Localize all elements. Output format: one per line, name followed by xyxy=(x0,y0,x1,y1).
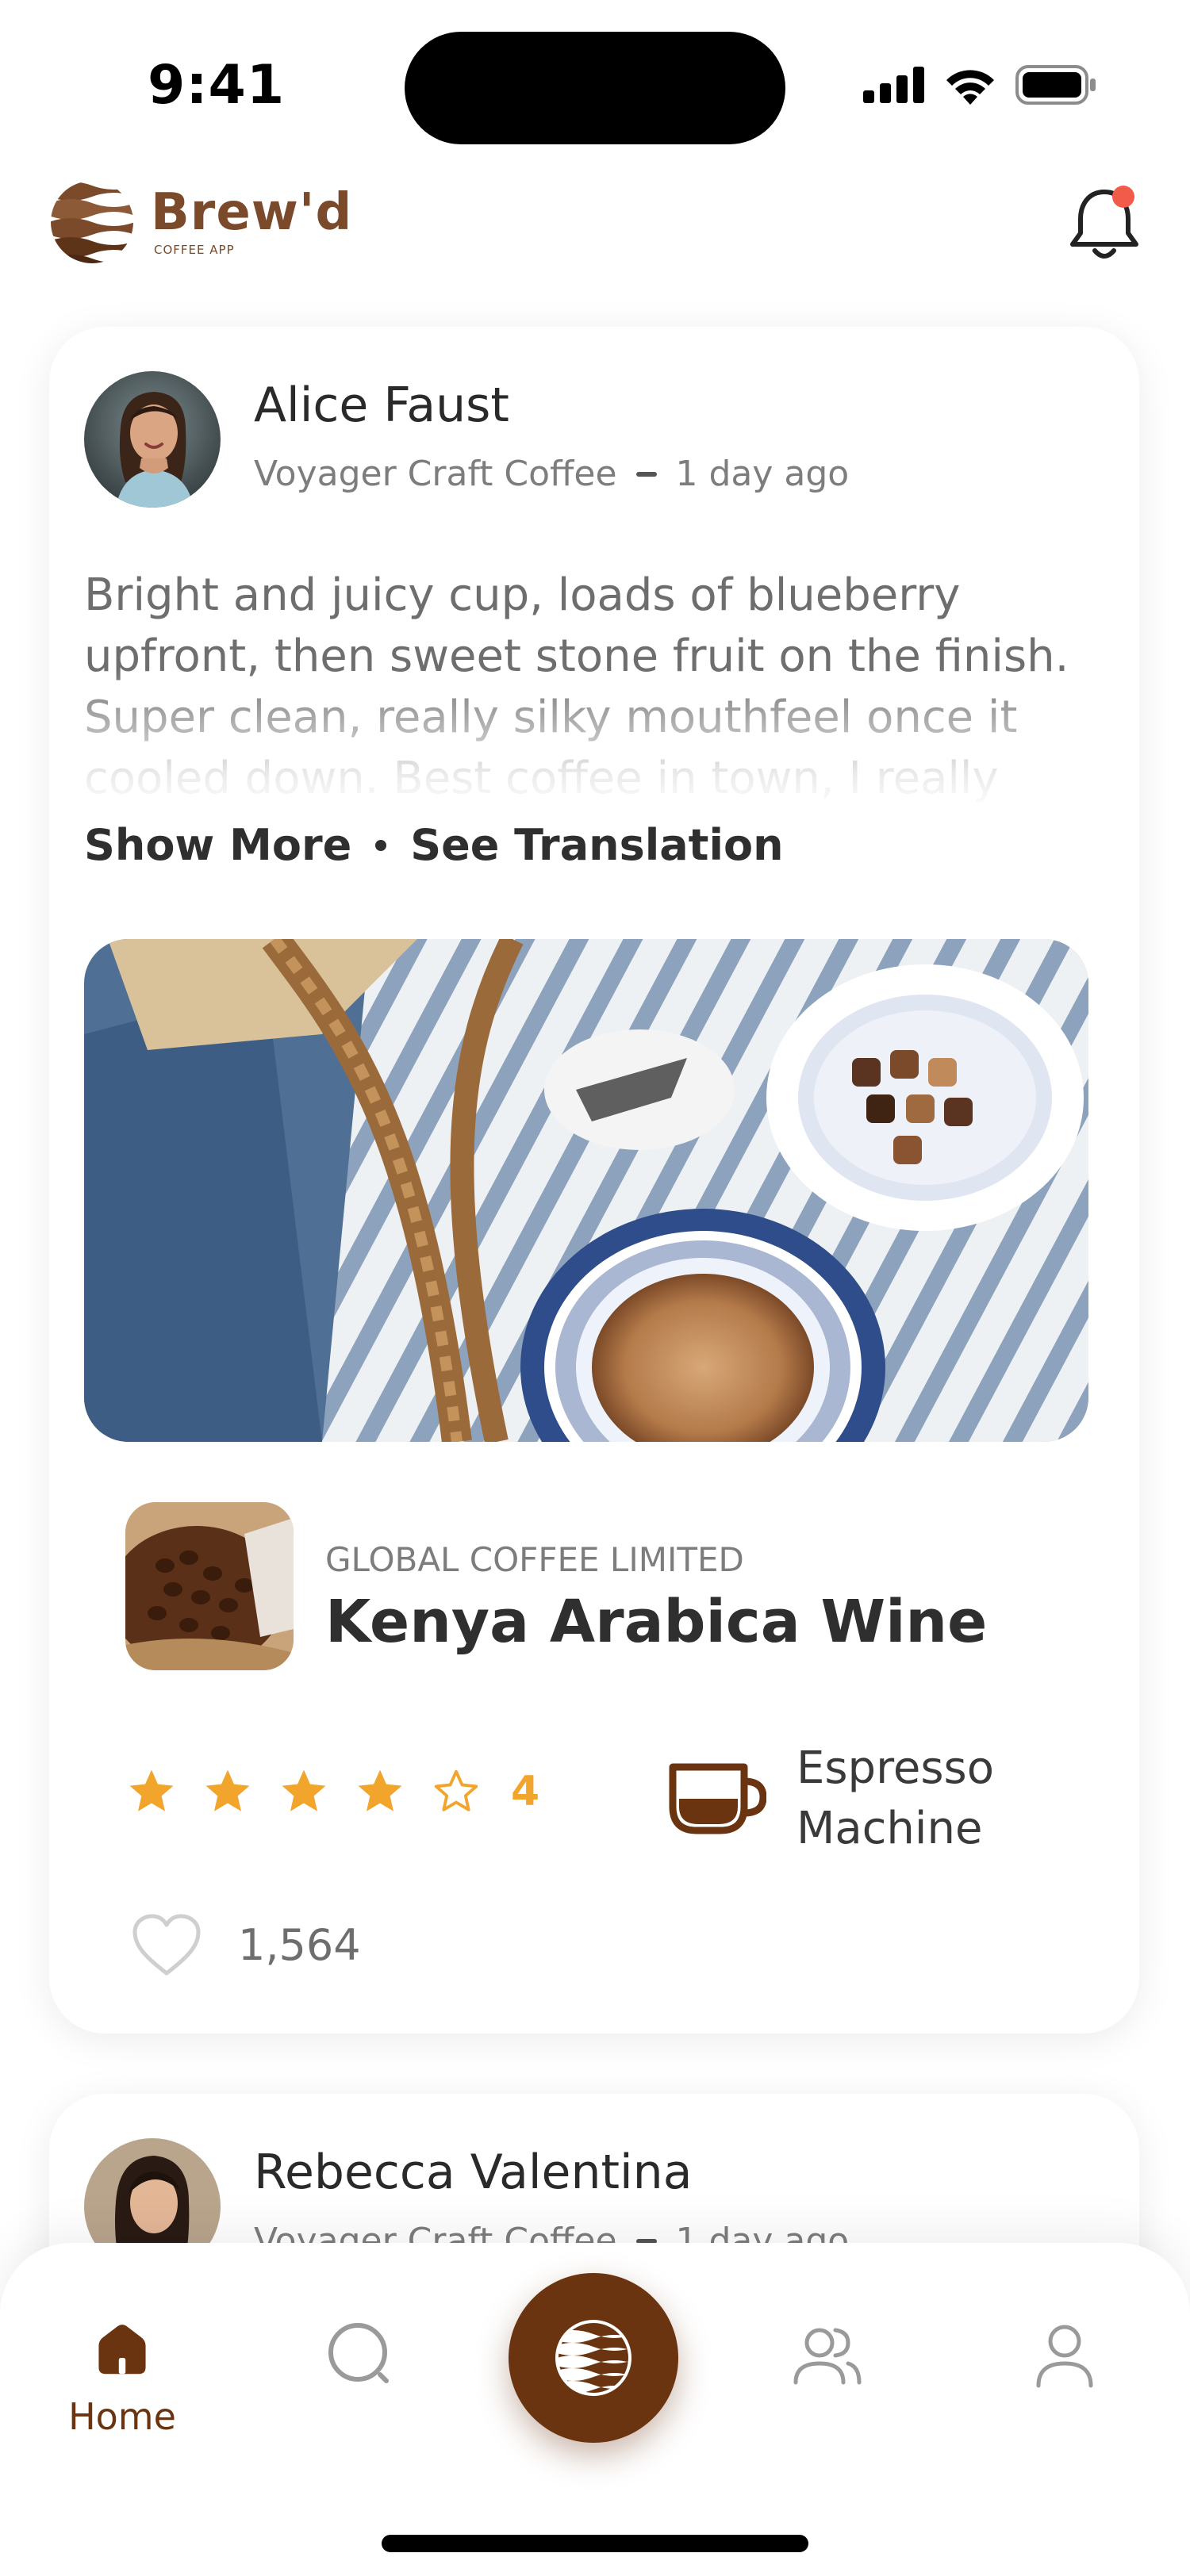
notification-dot xyxy=(1112,186,1134,208)
star-rating: 4 xyxy=(125,1765,539,1818)
app-name: Brew'd xyxy=(151,183,353,242)
post-photo[interactable] xyxy=(84,939,1088,1442)
author-name[interactable]: Rebecca Valentina xyxy=(254,2145,692,2200)
post-source[interactable]: Voyager Craft Coffee xyxy=(254,454,617,494)
product-name[interactable]: Kenya Arabica Wine xyxy=(325,1588,987,1656)
brewd-logo-icon xyxy=(51,181,133,263)
heart-icon[interactable] xyxy=(130,1911,203,1978)
app-logo[interactable]: Brew'd COFFEE APP xyxy=(49,179,352,265)
show-more-link[interactable]: Show More xyxy=(84,820,351,870)
product-card[interactable]: GLOBAL COFFEE LIMITED Kenya Arabica Wine xyxy=(125,1502,1077,1677)
star-filled-icon xyxy=(358,1769,402,1811)
tab-profile[interactable] xyxy=(1001,2319,1128,2438)
app-subtitle: COFFEE APP xyxy=(154,243,235,257)
profile-icon xyxy=(1036,2325,1093,2388)
app-header: Brew'd COFFEE APP xyxy=(0,167,1190,286)
meta-separator xyxy=(635,471,657,477)
avatar[interactable] xyxy=(84,371,221,508)
product-thumbnail xyxy=(125,1502,294,1670)
coffee-cup-icon xyxy=(669,1763,766,1834)
post-text-actions: Show More See Translation xyxy=(84,820,784,870)
wifi-icon xyxy=(946,70,994,105)
tab-home-label: Home xyxy=(68,2395,176,2438)
author-name[interactable]: Alice Faust xyxy=(254,378,509,433)
star-filled-icon xyxy=(205,1769,250,1811)
cellular-signal-icon xyxy=(863,67,924,103)
bell-icon[interactable] xyxy=(1065,181,1144,268)
like-count: 1,564 xyxy=(238,1919,361,1970)
battery-icon xyxy=(1015,65,1096,105)
brew-method: Espresso Machine xyxy=(668,1738,1035,1859)
brewd-logo-icon xyxy=(555,2320,631,2396)
star-filled-icon xyxy=(282,1769,326,1811)
home-indicator xyxy=(382,2535,808,2552)
status-icons xyxy=(863,65,1098,105)
see-translation-link[interactable]: See Translation xyxy=(410,820,783,870)
dot-separator xyxy=(375,839,387,851)
product-company: GLOBAL COFFEE LIMITED xyxy=(325,1540,744,1579)
star-outline-icon xyxy=(434,1769,478,1811)
like-section: 1,564 xyxy=(130,1911,361,1978)
dynamic-island xyxy=(405,32,785,144)
status-time: 9:41 xyxy=(148,54,286,117)
rating-value: 4 xyxy=(511,1768,540,1815)
tab-search[interactable] xyxy=(297,2319,424,2438)
brew-method-label: Espresso Machine xyxy=(797,1742,994,1854)
bottom-tab-bar: Home xyxy=(0,2243,1190,2576)
post-card[interactable]: Alice Faust Voyager Craft Coffee 1 day a… xyxy=(49,327,1139,2034)
search-icon xyxy=(328,2323,389,2383)
star-filled-icon xyxy=(129,1769,174,1811)
post-meta: Voyager Craft Coffee 1 day ago xyxy=(254,454,849,494)
community-icon xyxy=(793,2328,862,2385)
home-icon xyxy=(98,2325,146,2375)
status-bar: 9:41 xyxy=(0,0,1190,159)
post-time: 1 day ago xyxy=(675,454,850,494)
tab-home[interactable]: Home xyxy=(59,2319,186,2438)
tab-community[interactable] xyxy=(763,2319,890,2438)
tab-brewd-center[interactable] xyxy=(509,2273,678,2443)
